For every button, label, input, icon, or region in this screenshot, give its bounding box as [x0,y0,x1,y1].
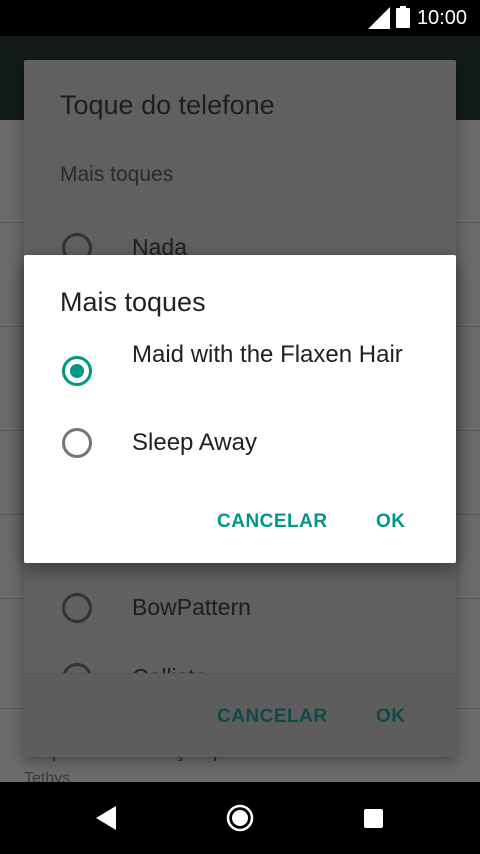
ringtone-option-label[interactable]: BowPattern [132,594,251,621]
home-icon[interactable] [226,804,254,832]
radio-unselected[interactable] [62,428,92,458]
ok-button[interactable]: OK [376,706,406,728]
radio-selected[interactable] [62,356,92,386]
ringtone-option-maid[interactable]: Maid with the Flaxen Hair [24,339,456,407]
status-time: 10:00 [416,7,467,29]
ringtone-option-sleep-away[interactable]: Sleep Away [24,425,456,465]
ringtone-section-header: Mais toques [60,163,174,186]
more-ringtones-dialog: Mais toques Maid with the Flaxen Hair Sl… [24,255,456,563]
navigation-bar [0,782,480,854]
radio-bowpattern[interactable] [62,593,92,623]
cancel-button[interactable]: CANCELAR [217,511,328,533]
ringtone-dialog-title: Toque do telefone [60,90,275,120]
ringtone-option-label: Maid with the Flaxen Hair [132,341,403,368]
cancel-button[interactable]: CANCELAR [217,706,328,728]
battery-icon [396,6,410,28]
recents-icon[interactable] [364,809,383,828]
ringtone-dialog-footer: CANCELAR OK [24,673,456,757]
more-ringtones-title: Mais toques [60,287,206,317]
ringtone-option-label: Sleep Away [132,429,257,456]
back-icon[interactable] [96,806,118,830]
status-bar: 10:00 [0,0,480,36]
signal-icon [368,7,390,29]
ok-button[interactable]: OK [376,511,406,533]
